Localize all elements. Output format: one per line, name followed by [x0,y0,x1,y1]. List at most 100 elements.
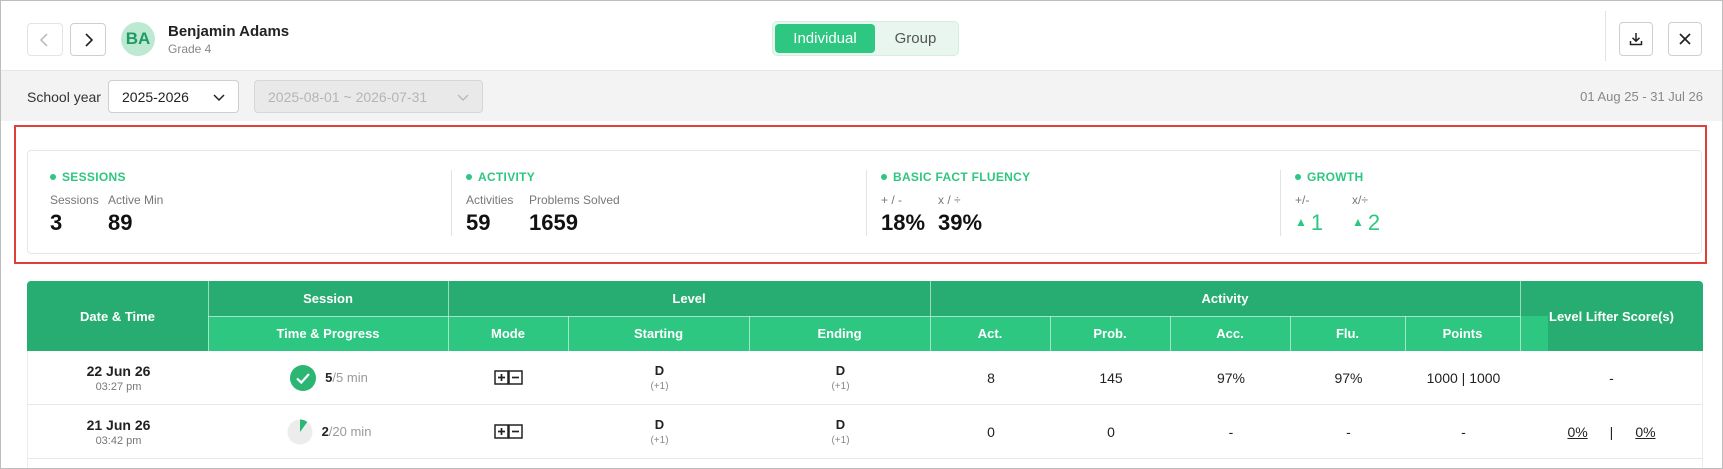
activities-label: Activities [466,193,514,207]
row-time: 03:42 pm [95,434,142,447]
date-cell: 21 Jun 26 03:42 pm [28,405,209,458]
date-range-value: 2025-08-01 ~ 2026-07-31 [268,88,428,105]
school-year-select[interactable]: 2025-2026 [108,80,239,113]
prob-cell: 145 [1099,369,1123,386]
subheader-act: Act. [977,326,1003,341]
sessions-section: SESSIONS Sessions Active Min 3 89 [50,151,430,255]
group-tab[interactable]: Group [875,24,956,53]
section-divider [866,170,867,236]
download-icon [1629,33,1643,46]
download-button[interactable] [1619,22,1653,56]
previous-student-button[interactable] [27,23,63,56]
subheader-points: Points [1442,326,1483,341]
starting-level-cell: D (+1) [650,417,669,446]
activity-section: ACTIVITY Activities Problems Solved 59 1… [466,151,846,255]
row-date: 22 Jun 26 [86,362,151,379]
fluency-title: BASIC FACT FLUENCY [881,170,1030,184]
add-subtract-mode-icon [494,369,523,385]
fluency-section: BASIC FACT FLUENCY + / - x / ÷ 18% 39% [881,151,1261,255]
section-divider [451,170,452,236]
act-cell: 8 [987,369,995,386]
add-subtract-fluency: 18% [881,210,926,235]
row-date: 21 Jun 26 [86,416,151,433]
header-session: Session [303,291,353,306]
add-subtract-label: + / - [881,193,903,207]
table-row[interactable]: 21 Jun 26 03:42 pm 2/20 min D (+1) D (+1… [27,405,1703,459]
student-grade: Grade 4 [168,42,212,56]
date-range-summary: 01 Aug 25 - 31 Jul 26 [1580,89,1703,104]
header-date-time: Date & Time [80,308,155,324]
multiply-divide-label: x / ÷ [938,193,961,207]
growth-section: GROWTH +/- x/÷ ▲ 1 ▲ 2 [1295,151,1675,255]
table-row[interactable]: 22 Jun 26 03:27 pm 5/5 min D (+1) D (+1)… [27,351,1703,405]
growth-multiply-divide-value: ▲ 2 [1352,210,1381,235]
header-level: Level [672,291,706,306]
act-cell: 0 [987,423,995,440]
sessions-label: Sessions [50,193,99,207]
report-window: BA Benjamin Adams Grade 4 Individual Gro… [0,0,1723,469]
sessions-table: Date & Time Session Level Activity Level… [27,281,1703,468]
add-subtract-mode-icon [494,423,523,439]
close-button[interactable] [1668,22,1702,56]
school-year-value: 2025-2026 [122,88,189,105]
ending-level-cell: D (+1) [831,363,850,392]
acc-cell: 97% [1216,369,1246,386]
triangle-up-icon: ▲ [1352,215,1364,229]
flu-cell: - [1346,423,1351,440]
header-activity: Activity [1201,291,1249,306]
view-toggle: Individual Group [772,21,959,56]
row-time: 03:27 pm [95,380,142,393]
growth-add-subtract-value: ▲ 1 [1295,210,1324,235]
lifter-score-link[interactable]: 0% [1635,424,1655,440]
points-cell: 1000 | 1000 [1426,369,1501,386]
subheader-prob: Prob. [1093,326,1127,341]
problems-solved-value: 1659 [529,210,578,235]
section-divider [1280,170,1281,236]
active-min-label: Active Min [108,193,164,207]
flu-cell: 97% [1334,369,1363,386]
sessions-value: 3 [50,210,63,235]
growth-multiply-divide-label: x/÷ [1352,193,1368,207]
date-range-select[interactable]: 2025-08-01 ~ 2026-07-31 [254,80,483,113]
ending-level-cell: D (+1) [831,417,850,446]
chevron-left-icon [39,32,48,47]
sessions-title: SESSIONS [50,170,126,184]
student-name: Benjamin Adams [168,23,290,40]
prob-cell: 0 [1107,423,1115,440]
lifter-cell: 0% | 0% [1521,405,1702,458]
avatar: BA [121,22,155,56]
top-bar: BA Benjamin Adams Grade 4 Individual Gro… [1,1,1722,71]
progress-cell: 5/5 min [209,351,449,404]
activity-title: ACTIVITY [466,170,535,184]
multiply-divide-fluency: 39% [938,210,983,235]
subheader-starting: Starting [633,326,684,341]
close-icon [1679,33,1691,45]
points-cell: - [1461,423,1466,440]
mode-cell [449,405,569,458]
subheader-acc: Acc. [1216,326,1244,341]
next-student-button[interactable] [70,23,106,56]
individual-tab[interactable]: Individual [775,24,875,53]
progress-pie-icon [287,419,313,444]
progress-cell: 2/20 min [209,405,449,458]
lifter-cell: - [1609,369,1614,386]
lifter-separator: | [1609,423,1614,440]
date-cell: 22 Jun 26 03:27 pm [28,351,209,404]
chevron-down-icon [457,94,469,102]
table-row[interactable] [27,459,1703,468]
subheader-mode: Mode [491,326,525,341]
summary-card: SESSIONS Sessions Active Min 3 89 ACTIVI… [27,150,1702,254]
school-year-label: School year [27,89,101,105]
activities-value: 59 [466,210,491,235]
problems-solved-label: Problems Solved [529,193,620,207]
active-min-value: 89 [108,210,133,235]
triangle-up-icon: ▲ [1295,215,1307,229]
header-level-lifter: Level Lifter Score(s) [1549,308,1674,324]
subheader-flu: Flu. [1335,326,1360,341]
acc-cell: - [1228,423,1234,440]
chevron-right-icon [85,32,94,47]
toolbar-divider [1605,11,1606,61]
starting-level-cell: D (+1) [650,363,669,392]
growth-title: GROWTH [1295,170,1363,184]
lifter-score-link[interactable]: 0% [1567,424,1587,440]
